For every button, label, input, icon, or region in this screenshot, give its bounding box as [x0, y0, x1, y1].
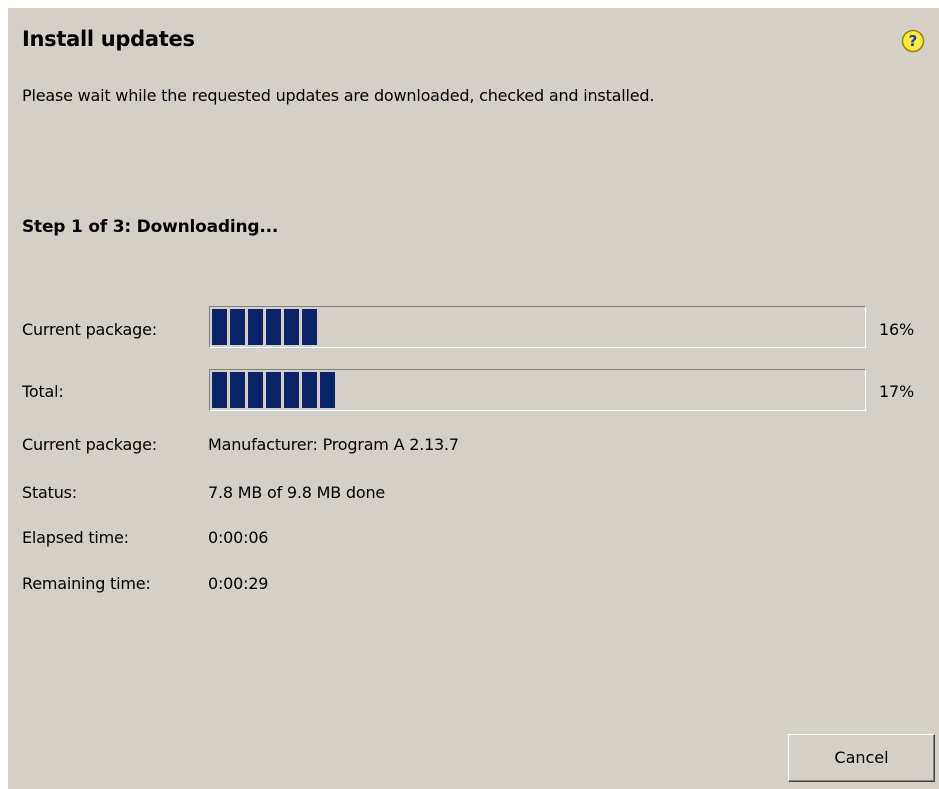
install-updates-dialog: Install updates ? Please wait while the … [8, 8, 939, 789]
svg-text:?: ? [909, 32, 918, 50]
dialog-subtitle: Please wait while the requested updates … [22, 86, 655, 105]
current-package-progress-label: Current package: [22, 320, 157, 339]
dialog-title: Install updates [22, 27, 195, 51]
remaining-time-label: Remaining time: [22, 574, 151, 593]
total-progress-fill [212, 372, 335, 408]
current-package-percent: 16% [879, 320, 914, 339]
status-label: Status: [22, 483, 77, 502]
elapsed-time-label: Elapsed time: [22, 528, 129, 547]
elapsed-time-value: 0:00:06 [208, 528, 269, 547]
remaining-time-value: 0:00:29 [208, 574, 269, 593]
cancel-button[interactable]: Cancel [788, 734, 935, 782]
step-heading: Step 1 of 3: Downloading... [22, 217, 279, 237]
help-question-icon[interactable]: ? [901, 29, 925, 53]
status-value: 7.8 MB of 9.8 MB done [208, 483, 386, 502]
current-package-progress-bar [209, 306, 866, 348]
current-package-detail-label: Current package: [22, 435, 157, 454]
total-progress-bar [209, 369, 866, 411]
current-package-detail-value: Manufacturer: Program A 2.13.7 [208, 435, 459, 454]
total-percent: 17% [879, 382, 914, 401]
current-package-progress-fill [212, 309, 317, 345]
total-progress-label: Total: [22, 382, 64, 401]
